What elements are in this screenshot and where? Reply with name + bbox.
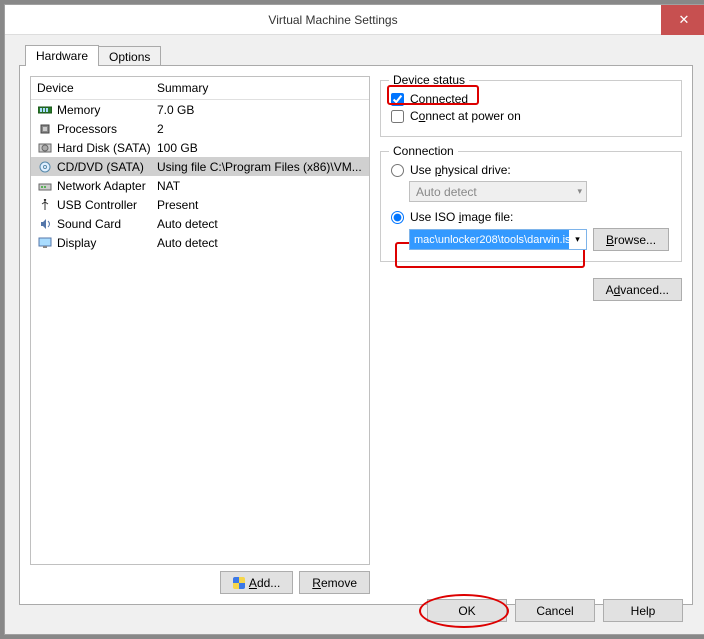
poweron-label: Connect at power on <box>410 109 521 123</box>
physical-radio[interactable] <box>391 164 404 177</box>
device-name: Display <box>57 236 157 250</box>
device-summary: 2 <box>157 122 363 136</box>
device-name: Memory <box>57 103 157 117</box>
remove-button[interactable]: Remove <box>299 571 370 594</box>
shield-icon <box>233 577 245 589</box>
hardware-pane: Device Summary Memory7.0 GBProcessors2Ha… <box>19 65 693 605</box>
device-name: CD/DVD (SATA) <box>57 160 157 174</box>
cancel-button[interactable]: Cancel <box>515 599 595 622</box>
header-summary: Summary <box>157 81 363 95</box>
window-title: Virtual Machine Settings <box>5 13 661 27</box>
left-column: Device Summary Memory7.0 GBProcessors2Ha… <box>30 76 370 594</box>
usb-icon <box>37 198 53 212</box>
device-name: Network Adapter <box>57 179 157 193</box>
memory-icon <box>37 103 53 117</box>
tab-options[interactable]: Options <box>98 46 161 67</box>
device-status-group: Device status Connected Connect at power… <box>380 80 682 137</box>
right-column: Device status Connected Connect at power… <box>380 76 682 594</box>
device-name: Processors <box>57 122 157 136</box>
physical-label: Use physical drive: <box>410 163 511 177</box>
tab-hardware[interactable]: Hardware <box>25 45 99 66</box>
connection-group: Connection Use physical drive: Auto dete… <box>380 151 682 262</box>
chevron-down-icon: ▾ <box>577 186 582 197</box>
display-icon <box>37 236 53 250</box>
device-name: Hard Disk (SATA) <box>57 141 157 155</box>
close-button[interactable]: ✕ <box>661 5 704 35</box>
device-summary: Using file C:\Program Files (x86)\VM... <box>157 160 363 174</box>
cd-icon <box>37 160 53 174</box>
connection-label: Connection <box>389 144 458 158</box>
remove-label: Remove <box>312 576 357 590</box>
add-label: Add... <box>249 576 280 590</box>
cpu-icon <box>37 122 53 136</box>
device-list-header: Device Summary <box>31 77 369 100</box>
net-icon <box>37 179 53 193</box>
device-summary: 7.0 GB <box>157 103 363 117</box>
device-summary: 100 GB <box>157 141 363 155</box>
physical-combo-value: Auto detect <box>416 185 477 199</box>
iso-path-combo[interactable]: mac\unlocker208\tools\darwin.iso ▾ <box>409 229 587 250</box>
advanced-button[interactable]: Advanced... <box>593 278 682 301</box>
device-row-net[interactable]: Network AdapterNAT <box>31 176 369 195</box>
connected-checkbox[interactable] <box>391 93 404 106</box>
content-area: Hardware Options Device Summary Memory7.… <box>5 35 704 605</box>
device-summary: Auto detect <box>157 217 363 231</box>
header-device: Device <box>37 81 157 95</box>
tabs: Hardware Options <box>25 45 693 66</box>
titlebar: Virtual Machine Settings ✕ <box>5 5 704 35</box>
iso-label: Use ISO image file: <box>410 210 513 224</box>
connected-row[interactable]: Connected <box>391 92 671 106</box>
iso-row[interactable]: Use ISO image file: <box>391 210 671 224</box>
poweron-row[interactable]: Connect at power on <box>391 109 671 123</box>
chevron-down-icon: ▾ <box>569 234 586 245</box>
device-status-label: Device status <box>389 73 469 87</box>
iso-path-text: mac\unlocker208\tools\darwin.iso <box>410 230 569 249</box>
sound-icon <box>37 217 53 231</box>
device-row-memory[interactable]: Memory7.0 GB <box>31 100 369 119</box>
device-row-sound[interactable]: Sound CardAuto detect <box>31 214 369 233</box>
iso-radio[interactable] <box>391 211 404 224</box>
device-name: Sound Card <box>57 217 157 231</box>
physical-row[interactable]: Use physical drive: <box>391 163 671 177</box>
left-buttons: Add... Remove <box>30 571 370 594</box>
device-row-usb[interactable]: USB ControllerPresent <box>31 195 369 214</box>
poweron-checkbox[interactable] <box>391 110 404 123</box>
connected-label: Connected <box>410 92 468 106</box>
device-summary: NAT <box>157 179 363 193</box>
device-summary: Present <box>157 198 363 212</box>
hdd-icon <box>37 141 53 155</box>
advanced-row: Advanced... <box>380 278 682 301</box>
settings-window: Virtual Machine Settings ✕ Hardware Opti… <box>4 4 704 635</box>
device-list[interactable]: Device Summary Memory7.0 GBProcessors2Ha… <box>30 76 370 565</box>
device-row-cpu[interactable]: Processors2 <box>31 119 369 138</box>
device-row-cd[interactable]: CD/DVD (SATA)Using file C:\Program Files… <box>31 157 369 176</box>
device-name: USB Controller <box>57 198 157 212</box>
ok-button[interactable]: OK <box>427 599 507 622</box>
help-button[interactable]: Help <box>603 599 683 622</box>
iso-file-row: mac\unlocker208\tools\darwin.iso ▾ Brows… <box>409 228 671 251</box>
device-summary: Auto detect <box>157 236 363 250</box>
device-row-hdd[interactable]: Hard Disk (SATA)100 GB <box>31 138 369 157</box>
browse-button[interactable]: Browse... <box>593 228 669 251</box>
device-row-display[interactable]: DisplayAuto detect <box>31 233 369 252</box>
footer-buttons: OK Cancel Help <box>427 599 683 622</box>
add-button[interactable]: Add... <box>220 571 293 594</box>
physical-combo[interactable]: Auto detect ▾ <box>409 181 587 202</box>
